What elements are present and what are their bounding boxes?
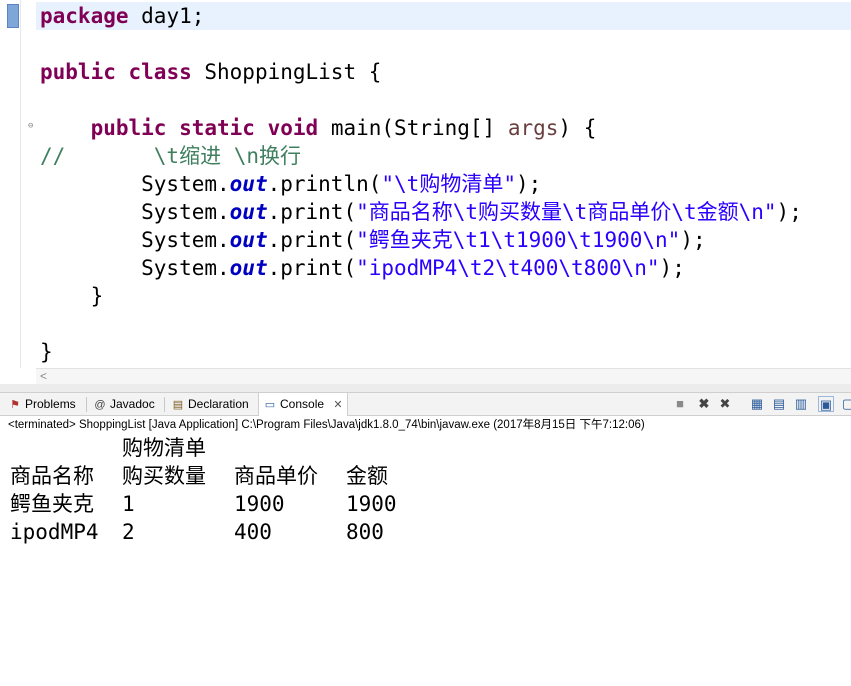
code-line-comment[interactable]: // \t缩进 \n换行 <box>40 142 301 170</box>
code-line-package[interactable]: package day1; <box>40 2 204 30</box>
declaration-icon: ▤ <box>172 398 184 411</box>
clear-console-icon[interactable]: ▦ <box>749 396 765 412</box>
remove-all-launches-icon[interactable]: ✖ <box>717 396 733 412</box>
code-line-print-row2[interactable]: System.out.print("ipodMP4\t2\t400\t800\n… <box>40 254 685 282</box>
fold-toggle-icon[interactable]: ⊖ <box>28 121 33 131</box>
code-line-close-class[interactable]: } <box>40 338 53 366</box>
console-icon: ▭ <box>264 398 276 411</box>
tab-javadoc[interactable]: @ Javadoc <box>89 393 159 415</box>
code-line-println[interactable]: System.out.println("\t购物清单"); <box>40 170 541 198</box>
view-tab-bar: ⚑ Problems @ Javadoc ▤ Declaration ▭ Console… <box>0 392 851 416</box>
close-icon[interactable]: ✕ <box>333 399 342 411</box>
console-row: ipodMP4 2 400 800 <box>10 520 384 544</box>
code-line-class[interactable]: public class ShoppingList { <box>40 58 381 86</box>
console-output[interactable]: 购物清单 商品名称 购买数量 商品单价 金额 鳄鱼夹克 1 1900 1900 … <box>0 434 851 547</box>
current-line-marker <box>7 4 19 28</box>
code-line-main[interactable]: public static void main(String[] args) { <box>40 114 597 142</box>
display-console-icon[interactable]: ▢ <box>840 396 851 412</box>
tab-divider <box>86 397 87 412</box>
console-status-line: <terminated> ShoppingList [Java Applicat… <box>0 416 851 434</box>
tab-divider <box>164 397 165 412</box>
tab-declaration[interactable]: ▤ Declaration <box>167 393 253 415</box>
problems-icon: ⚑ <box>10 398 20 411</box>
tab-problems[interactable]: ⚑ Problems <box>4 393 80 415</box>
javadoc-icon: @ <box>94 398 106 411</box>
terminate-icon[interactable]: ■ <box>672 396 688 412</box>
code-editor[interactable]: ⊖ package day1; public class ShoppingLis… <box>0 0 851 368</box>
panel-sash[interactable] <box>0 384 851 392</box>
scroll-left-icon[interactable]: < <box>40 369 47 383</box>
remove-launch-icon[interactable]: ✖ <box>696 396 712 412</box>
ruler-divider <box>20 0 21 368</box>
scroll-lock-icon[interactable]: ▤ <box>771 396 787 412</box>
code-line-print-header[interactable]: System.out.print("商品名称\t购买数量\t商品单价\t金额\n… <box>40 198 802 226</box>
tab-console[interactable]: ▭ Console ✕ <box>258 393 348 416</box>
console-title: 购物清单 <box>122 436 206 460</box>
horizontal-scrollbar[interactable]: < <box>36 368 851 384</box>
console-row: 鳄鱼夹克 1 1900 1900 <box>10 492 397 516</box>
code-line-close-method[interactable]: } <box>40 282 104 310</box>
console-header-row: 商品名称 购买数量 商品单价 金额 <box>10 464 388 488</box>
code-line-print-row1[interactable]: System.out.print("鳄鱼夹克\t1\t1900\t1900\n"… <box>40 226 705 254</box>
pin-console-icon[interactable]: ▣ <box>818 396 834 412</box>
word-wrap-icon[interactable]: ▥ <box>793 396 809 412</box>
